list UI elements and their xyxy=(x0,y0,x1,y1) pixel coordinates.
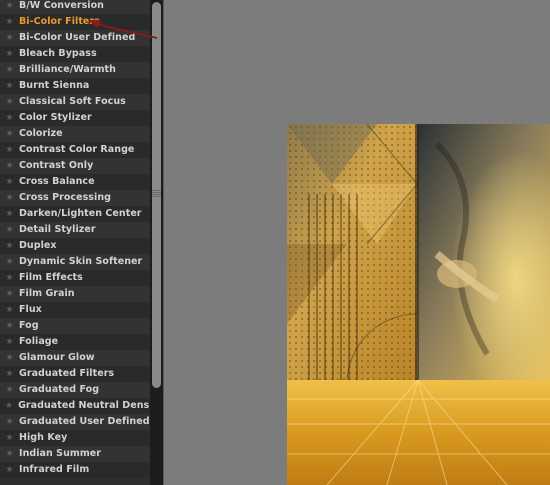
star-icon[interactable]: ★ xyxy=(5,126,14,142)
filter-list-item-label: Dynamic Skin Softener xyxy=(19,256,143,267)
filter-list-item[interactable]: ★ Color Stylizer xyxy=(0,110,150,126)
filter-list-item[interactable]: ★ Infrared Film xyxy=(0,462,150,478)
image-preview xyxy=(287,124,550,485)
filter-list-item-label: Duplex xyxy=(19,240,57,251)
star-icon[interactable]: ★ xyxy=(5,398,13,414)
filter-list-item-label: Graduated Neutral Density xyxy=(18,400,150,411)
filter-list-item[interactable]: ★ Detail Stylizer xyxy=(0,222,150,238)
filter-list-item[interactable]: ★ Glamour Glow xyxy=(0,350,150,366)
filter-list-item[interactable]: ★ Contrast Color Range xyxy=(0,142,150,158)
filter-list-item-label: Brilliance/Warmth xyxy=(19,64,116,75)
filter-list: ★ B/W Conversion ★ Bi-Color Filters ★ Bi-Colo… xyxy=(0,0,150,478)
filter-list-item[interactable]: ★ Graduated Filters xyxy=(0,366,150,382)
filter-list-item-label: Graduated User Defined xyxy=(19,416,150,427)
filter-list-item[interactable]: ★ Dynamic Skin Softener xyxy=(0,254,150,270)
filter-list-item[interactable]: ★ Darken/Lighten Center xyxy=(0,206,150,222)
star-icon[interactable]: ★ xyxy=(5,334,14,350)
filter-list-item[interactable]: ★ Graduated User Defined xyxy=(0,414,150,430)
star-icon[interactable]: ★ xyxy=(5,46,14,62)
star-icon[interactable]: ★ xyxy=(5,30,14,46)
preview-image xyxy=(287,124,550,485)
star-icon[interactable]: ★ xyxy=(5,446,14,462)
filter-list-item-label: Foliage xyxy=(19,336,59,347)
star-icon[interactable]: ★ xyxy=(5,350,14,366)
filter-list-item[interactable]: ★ Bleach Bypass xyxy=(0,46,150,62)
filter-list-item-label: Classical Soft Focus xyxy=(19,96,126,107)
star-icon[interactable]: ★ xyxy=(5,222,14,238)
star-icon[interactable]: ★ xyxy=(5,414,14,430)
filter-list-item[interactable]: ★ Bi-Color User Defined xyxy=(0,30,150,46)
filter-list-panel: ★ B/W Conversion ★ Bi-Color Filters ★ Bi-Colo… xyxy=(0,0,163,485)
filter-list-item-label: Colorize xyxy=(19,128,63,139)
star-icon[interactable]: ★ xyxy=(5,286,14,302)
star-icon[interactable]: ★ xyxy=(5,430,14,446)
filter-list-item[interactable]: ★ High Key xyxy=(0,430,150,446)
filter-list-item-label: Bi-Color Filters xyxy=(19,16,100,27)
star-icon[interactable]: ★ xyxy=(5,254,14,270)
filter-list-item-label: Graduated Fog xyxy=(19,384,100,395)
filter-list-item-label: Bi-Color User Defined xyxy=(19,32,136,43)
filter-list-item[interactable]: ★ Cross Balance xyxy=(0,174,150,190)
filter-list-item-label: Graduated Filters xyxy=(19,368,115,379)
filter-list-item[interactable]: ★ Burnt Sienna xyxy=(0,78,150,94)
star-icon[interactable]: ★ xyxy=(5,14,14,30)
filter-list-item-label: Film Grain xyxy=(19,288,75,299)
filter-list-item[interactable]: ★ Flux xyxy=(0,302,150,318)
filter-list-item-label: High Key xyxy=(19,432,68,443)
filter-list-item[interactable]: ★ Bi-Color Filters xyxy=(0,14,150,30)
filter-list-item[interactable]: ★ Fog xyxy=(0,318,150,334)
filter-list-item[interactable]: ★ Film Grain xyxy=(0,286,150,302)
filter-list-item-label: Burnt Sienna xyxy=(19,80,90,91)
filter-list-item[interactable]: ★ Cross Processing xyxy=(0,190,150,206)
star-icon[interactable]: ★ xyxy=(5,110,14,126)
filter-list-item[interactable]: ★ Graduated Neutral Density xyxy=(0,398,150,414)
filter-list-item-label: Cross Balance xyxy=(19,176,95,187)
star-icon[interactable]: ★ xyxy=(5,78,14,94)
filter-list-item-label: Indian Summer xyxy=(19,448,102,459)
filter-list-item-label: Cross Processing xyxy=(19,192,111,203)
star-icon[interactable]: ★ xyxy=(5,142,14,158)
filter-list-item[interactable]: ★ Foliage xyxy=(0,334,150,350)
star-icon[interactable]: ★ xyxy=(5,366,14,382)
filter-list-item-label: Flux xyxy=(19,304,42,315)
filter-list-item[interactable]: ★ B/W Conversion xyxy=(0,0,150,14)
filter-list-item-label: Infrared Film xyxy=(19,464,90,475)
filter-list-item-label: Film Effects xyxy=(19,272,83,283)
star-icon[interactable]: ★ xyxy=(5,174,14,190)
filter-list-item[interactable]: ★ Film Effects xyxy=(0,270,150,286)
star-icon[interactable]: ★ xyxy=(5,270,14,286)
filter-list-item-label: Fog xyxy=(19,320,39,331)
filter-list-item-label: Contrast Only xyxy=(19,160,94,171)
filter-list-item-label: Darken/Lighten Center xyxy=(19,208,142,219)
star-icon[interactable]: ★ xyxy=(5,462,14,478)
star-icon[interactable]: ★ xyxy=(5,382,14,398)
filter-list-item-label: B/W Conversion xyxy=(19,0,104,11)
filter-list-item-label: Glamour Glow xyxy=(19,352,95,363)
star-icon[interactable]: ★ xyxy=(5,302,14,318)
panel-divider xyxy=(163,0,164,485)
filter-list-item[interactable]: ★ Classical Soft Focus xyxy=(0,94,150,110)
filter-list-item[interactable]: ★ Colorize xyxy=(0,126,150,142)
filter-list-item[interactable]: ★ Contrast Only xyxy=(0,158,150,174)
filter-list-item-label: Contrast Color Range xyxy=(19,144,135,155)
star-icon[interactable]: ★ xyxy=(5,0,14,14)
scrollbar[interactable] xyxy=(150,0,163,485)
star-icon[interactable]: ★ xyxy=(5,190,14,206)
star-icon[interactable]: ★ xyxy=(5,62,14,78)
filter-list-item[interactable]: ★ Brilliance/Warmth xyxy=(0,62,150,78)
filter-list-item[interactable]: ★ Indian Summer xyxy=(0,446,150,462)
filter-list-item[interactable]: ★ Duplex xyxy=(0,238,150,254)
filter-list-item-label: Detail Stylizer xyxy=(19,224,96,235)
panel-resize-grip[interactable] xyxy=(152,190,161,198)
star-icon[interactable]: ★ xyxy=(5,318,14,334)
star-icon[interactable]: ★ xyxy=(5,158,14,174)
star-icon[interactable]: ★ xyxy=(5,94,14,110)
filter-list-item-label: Bleach Bypass xyxy=(19,48,97,59)
filter-list-item[interactable]: ★ Graduated Fog xyxy=(0,382,150,398)
filter-list-item-label: Color Stylizer xyxy=(19,112,92,123)
star-icon[interactable]: ★ xyxy=(5,206,14,222)
star-icon[interactable]: ★ xyxy=(5,238,14,254)
